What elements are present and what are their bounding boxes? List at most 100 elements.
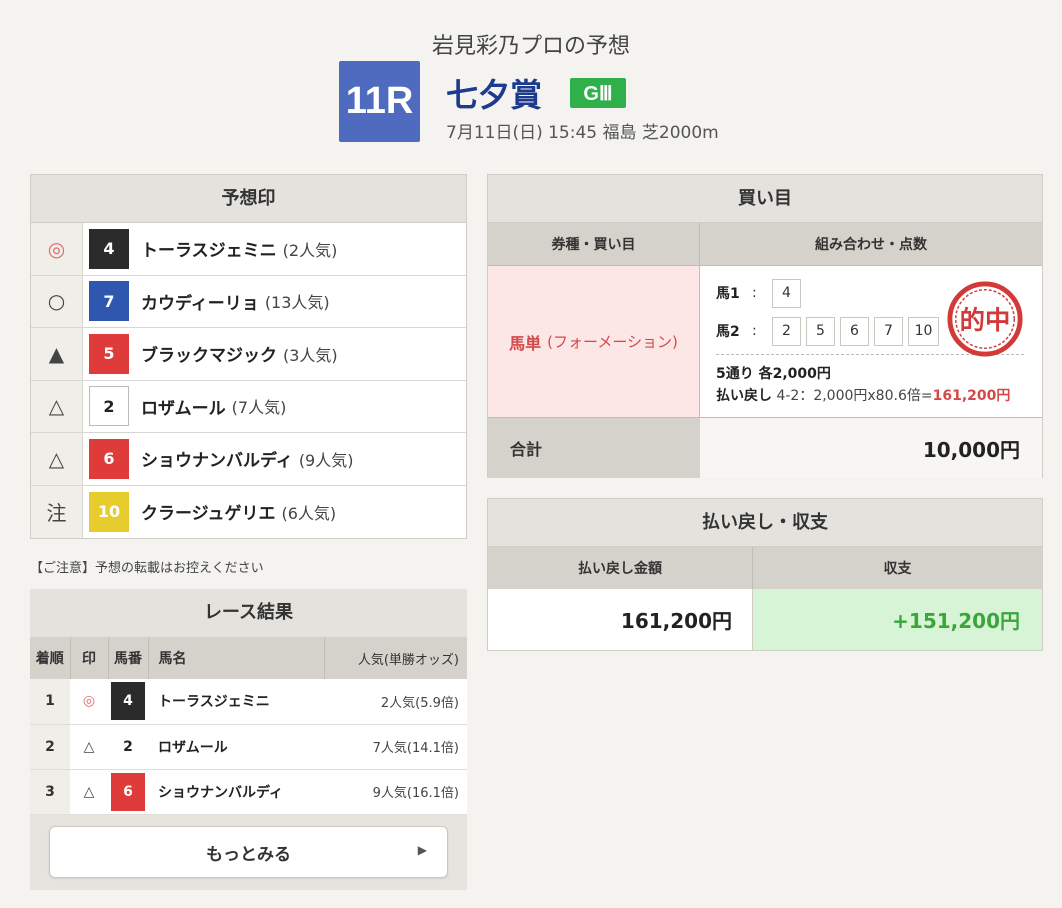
bets-panel: 買い目 券種・買い目 組み合わせ・点数 馬単 (フォーメーション) 馬1 : 4… <box>487 174 1043 478</box>
bets-title: 買い目 <box>488 175 1042 223</box>
prediction-mark: △ <box>31 380 83 432</box>
result-title: レース結果 <box>30 589 467 637</box>
total-label: 合計 <box>488 418 700 478</box>
page-title: 岩見彩乃プロの予想 <box>431 34 630 59</box>
bets-col-combo: 組み合わせ・点数 <box>815 237 927 253</box>
table-row: 3 △ 6 ショウナンバルディ 9人気(16.1倍) <box>30 769 467 815</box>
payout-calc: 4-2：2,000円x80.6倍= <box>776 388 933 404</box>
prediction-title: 予想印 <box>31 175 466 223</box>
result-mark: △ <box>70 769 108 815</box>
horse-popularity: (7人気) <box>231 398 287 418</box>
stamp-text: 的中 <box>960 305 1011 335</box>
result-popularity: 2人気(5.9倍) <box>324 679 467 725</box>
horse-number: 2 <box>89 386 129 427</box>
horse2-number: 5 <box>806 316 835 346</box>
bet-type-sub: (フォーメーション) <box>547 333 678 351</box>
prediction-mark: 注 <box>31 485 83 538</box>
more-button[interactable]: もっとみる ▶ <box>49 826 448 878</box>
horse-name[interactable]: ショウナンバルディ <box>141 446 293 471</box>
prediction-row: △ 2 ロザムール (7人気) <box>31 380 466 433</box>
result-number-cell: 6 <box>108 769 148 815</box>
grade-badge: GⅢ <box>570 78 626 108</box>
colon: : <box>752 285 757 301</box>
result-rank: 1 <box>30 679 70 725</box>
result-horse-name[interactable]: ショウナンバルディ <box>148 769 325 815</box>
horse-number: 5 <box>89 333 129 374</box>
bet-type: 馬単 (フォーメーション) <box>488 266 700 417</box>
prediction-row: △ 6 ショウナンバルディ (9人気) <box>31 433 466 486</box>
horse-popularity: (3人気) <box>283 345 338 365</box>
race-number-badge: 11R <box>339 61 420 142</box>
bet-type-main: 馬単 <box>509 333 542 353</box>
payout-panel: 払い戻し・収支 払い戻し金額 収支 161,200円 +151,200円 <box>487 498 1043 651</box>
col-horse-name: 馬名 <box>148 637 325 679</box>
prediction-row: ○ 7 カウディーリョ (13人気) <box>31 275 466 328</box>
payout-amount-label: 払い戻し金額 <box>488 547 753 589</box>
bet-payout-line: 払い戻し 4-2：2,000円x80.6倍=161,200円 <box>716 385 1026 405</box>
col-popularity: 人気(単勝オッズ) <box>324 637 467 679</box>
result-mark: △ <box>70 724 108 770</box>
horse-number: 6 <box>111 772 145 811</box>
horse-popularity: (2人気) <box>282 240 338 260</box>
chevron-right-icon: ▶ <box>417 843 427 857</box>
balance-label: 収支 <box>883 561 912 577</box>
payout-amount: 161,200円 <box>488 589 753 650</box>
race-info: 7月11日(日) 15:45 福島 芝2000m <box>446 123 719 143</box>
horse2-number: 7 <box>874 316 903 346</box>
col-number: 馬番 <box>108 637 149 679</box>
bets-col-type: 券種・買い目 <box>488 223 700 265</box>
horse-number: 7 <box>89 281 129 322</box>
horse-name[interactable]: クラージュゲリエ <box>141 499 275 524</box>
horse-number: 4 <box>111 682 145 721</box>
result-horse-name[interactable]: トーラスジェミニ <box>148 679 325 725</box>
result-popularity: 9人気(16.1倍) <box>324 769 467 815</box>
result-horse-name[interactable]: ロザムール <box>148 724 325 770</box>
result-mark: ◎ <box>70 679 108 725</box>
prediction-mark: △ <box>31 433 83 485</box>
total-value: 10,000円 <box>700 418 1042 478</box>
horse2-number: 10 <box>908 316 939 346</box>
notice-text: 【ご注意】予想の転載はお控えください <box>30 561 264 576</box>
bet-combination: 馬1 : 4 馬2 : 2 5 6 7 10 5通り 各2,000円 払い戻し 4-2：… <box>700 266 1042 417</box>
payout-title: 払い戻し・収支 <box>488 499 1042 547</box>
more-button-label: もっとみる <box>206 844 291 865</box>
horse-number: 4 <box>89 228 129 269</box>
horse-name[interactable]: ブラックマジック <box>141 341 277 366</box>
horse-popularity: (6人気) <box>281 503 337 523</box>
horse-name[interactable]: カウディーリョ <box>141 289 259 314</box>
prediction-row: ◎ 4 トーラスジェミニ (2人気) <box>31 223 466 276</box>
horse2-label: 馬2 <box>716 324 740 340</box>
balance-value: +151,200円 <box>753 589 1042 650</box>
horse1-number: 4 <box>772 278 801 308</box>
horse-number: 6 <box>89 438 129 479</box>
result-table: 着順 印 馬番 馬名 人気(単勝オッズ) 1 ◎ 4 トーラスジェミニ 2人気(5.9倍… <box>30 637 467 815</box>
result-rank: 3 <box>30 769 70 815</box>
horse-popularity: (13人気) <box>264 293 330 313</box>
col-mark: 印 <box>70 637 109 679</box>
prediction-mark: ◎ <box>31 223 83 275</box>
horse2-number: 2 <box>772 316 801 346</box>
payout-label: 払い戻し <box>716 388 772 404</box>
prediction-mark: ▲ <box>31 328 83 380</box>
col-rank: 着順 <box>30 637 71 679</box>
table-row: 2 △ 2 ロザムール 7人気(14.1倍) <box>30 724 467 770</box>
horse-popularity: (9人気) <box>298 450 354 470</box>
colon: : <box>752 323 757 339</box>
table-row: 1 ◎ 4 トーラスジェミニ 2人気(5.9倍) <box>30 679 467 725</box>
horse-name[interactable]: トーラスジェミニ <box>141 236 277 261</box>
horse-name[interactable]: ロザムール <box>141 394 226 419</box>
prediction-row: ▲ 5 ブラックマジック (3人気) <box>31 328 466 381</box>
horse1-label: 馬1 <box>716 286 740 302</box>
race-name: 七夕賞 <box>446 76 543 114</box>
horse-number: 10 <box>89 491 129 532</box>
horse2-number: 6 <box>840 316 869 346</box>
result-number-cell: 2 <box>108 724 148 770</box>
prediction-row: 注 10 クラージュゲリエ (6人気) <box>31 485 466 538</box>
hit-stamp-icon: 的中 <box>947 281 1023 357</box>
result-popularity: 7人気(14.1倍) <box>324 724 467 770</box>
horse-number: 2 <box>111 727 145 766</box>
bet-count: 5通り 各2,000円 <box>716 366 831 382</box>
prediction-panel: 予想印 ◎ 4 トーラスジェミニ (2人気) ○ 7 カウディーリョ (13人気) ▲ 5 ブラック… <box>30 174 467 539</box>
result-rank: 2 <box>30 724 70 770</box>
result-number-cell: 4 <box>108 679 148 725</box>
